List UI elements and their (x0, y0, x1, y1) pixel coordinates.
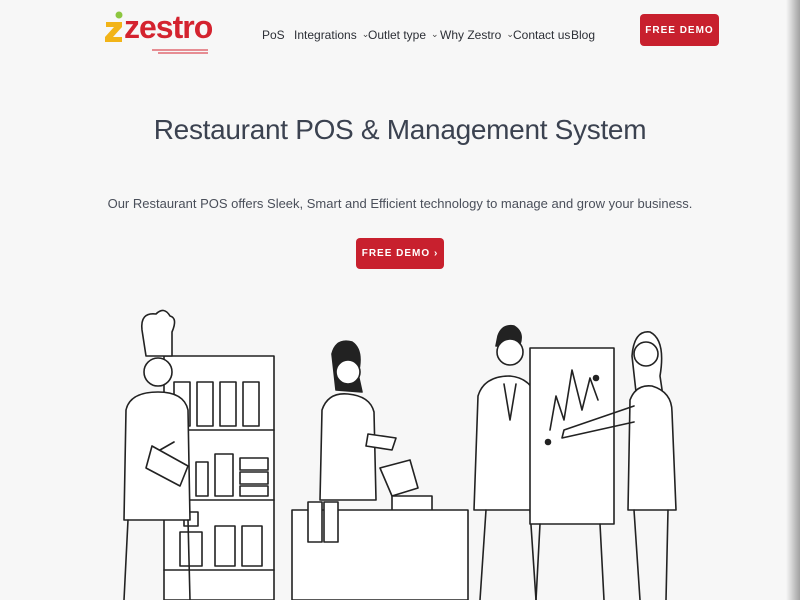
nav-item-contact-us[interactable]: Contact us (513, 28, 570, 42)
nav-item-pos[interactable]: PoS (262, 28, 285, 42)
nav-item-label: Blog (571, 28, 596, 42)
nav-item-label: Outlet type (368, 28, 427, 42)
chevron-down-icon: ⌄ (431, 28, 439, 39)
nav-item-why-zestro[interactable]: Why Zestro ⌄ (440, 28, 514, 42)
hero-free-demo-button[interactable]: FREE DEMO › (356, 238, 444, 269)
header-free-demo-button[interactable]: FREE DEMO (640, 14, 719, 46)
nav-item-label: Contact us (513, 28, 571, 42)
nav-item-label: Why Zestro (440, 28, 502, 42)
logo-wordmark: zestro (124, 9, 213, 45)
nav-item-label: PoS (262, 28, 285, 42)
nav-item-integrations[interactable]: Integrations ⌄ (294, 28, 369, 42)
nav-item-blog[interactable]: Blog (571, 28, 595, 42)
cashier-illustration (291, 340, 469, 600)
zestro-logo[interactable]: zestro (102, 8, 213, 56)
hero-illustration (123, 309, 677, 600)
page: zestro PoS Integrations ⌄ Outlet type ⌄ … (0, 0, 800, 600)
hero-subtitle: Our Restaurant POS offers Sleek, Smart a… (107, 196, 693, 211)
edge-shadow (786, 0, 800, 600)
nav-item-label: Integrations (294, 28, 357, 42)
site-header: zestro PoS Integrations ⌄ Outlet type ⌄ … (0, 0, 800, 64)
logo-underline-icon (152, 49, 208, 54)
nav-item-outlet-type[interactable]: Outlet type ⌄ (368, 28, 439, 42)
hero-title: Restaurant POS & Management System (153, 114, 647, 145)
flipchart-illustration (529, 347, 615, 600)
